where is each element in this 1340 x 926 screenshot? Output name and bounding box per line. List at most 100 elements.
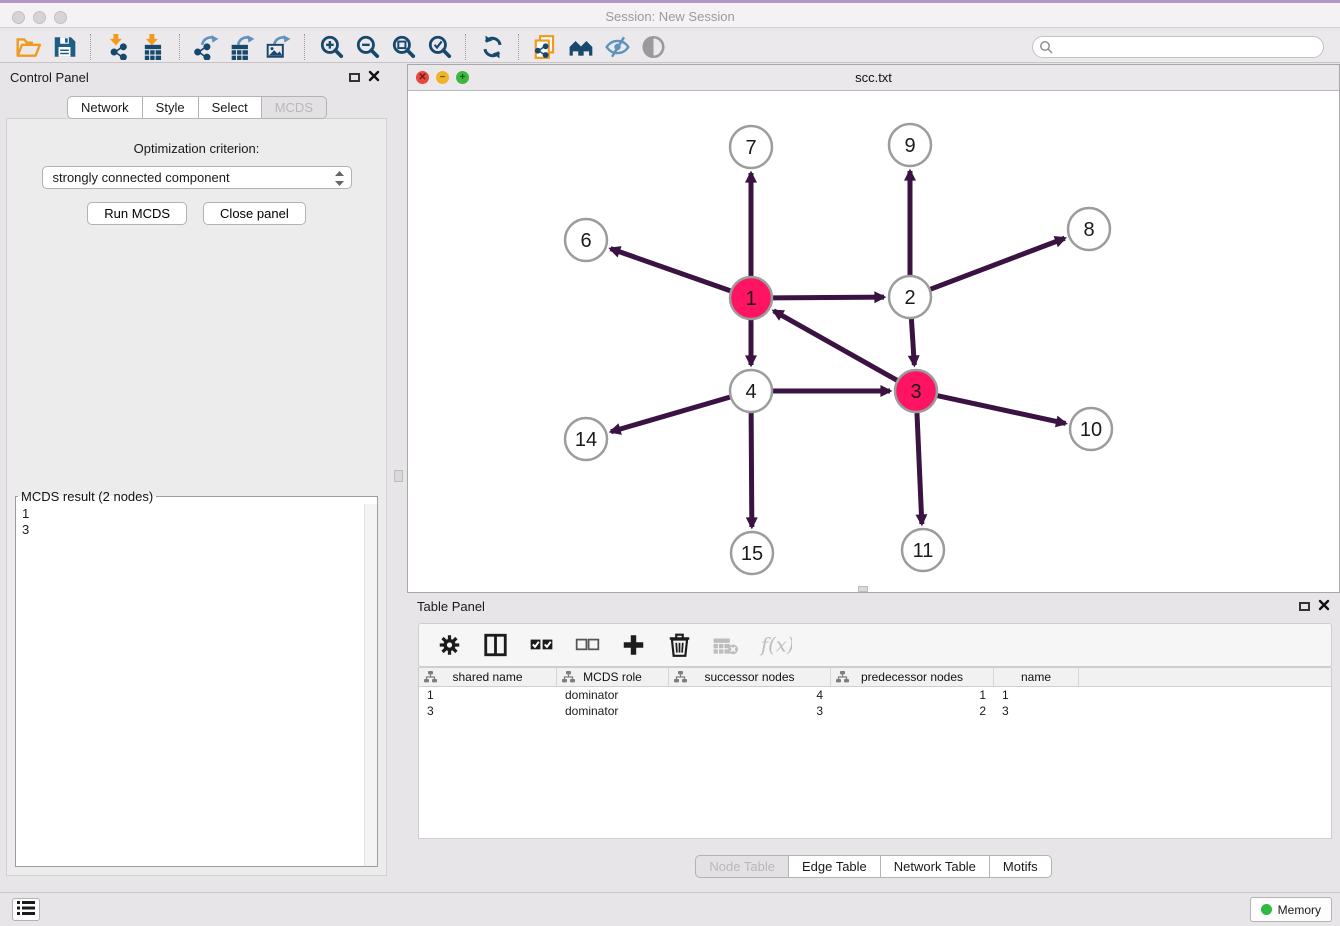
import-network-button[interactable] [99,33,135,61]
close-table-panel-icon[interactable] [1318,599,1330,614]
network-frame-titlebar[interactable]: ✕−+ scc.txt [408,65,1339,91]
import-table-button[interactable] [135,33,171,61]
svg-text:10: 10 [1080,419,1102,441]
node-9[interactable]: 9 [889,124,931,166]
attribute-tree-icon [562,671,575,686]
node-1[interactable]: 1 [730,277,772,319]
table-row[interactable]: 3dominator323 [419,703,1331,719]
edge-2-8[interactable] [931,238,1065,289]
table-cell[interactable]: 3 [419,704,557,718]
export-network-button[interactable] [188,33,224,61]
tab-edge-table[interactable]: Edge Table [788,855,881,878]
edge-1-6[interactable] [611,249,731,291]
tab-select[interactable]: Select [198,96,262,119]
svg-text:15: 15 [741,543,763,565]
node-8[interactable]: 8 [1068,208,1110,250]
table-cell[interactable]: 3 [669,704,831,718]
table-cell[interactable]: 1 [831,688,994,702]
node-3[interactable]: 3 [895,370,937,412]
result-scrollbar[interactable] [364,504,377,866]
svg-text:2: 2 [904,287,915,309]
mcds-panel: Optimization criterion: strongly connect… [6,118,387,876]
column-header-name[interactable]: name [994,668,1079,686]
node-10[interactable]: 10 [1070,408,1112,450]
tab-network[interactable]: Network [67,96,143,119]
svg-text:14: 14 [575,429,597,451]
open-session-button[interactable] [10,33,46,61]
first-neighbors-button[interactable] [563,33,599,61]
edge-2-3[interactable] [911,319,914,365]
network-canvas[interactable]: 7 9 6 8 1 2 4 3 14 10 15 11 [408,91,1339,592]
node-11[interactable]: 11 [902,529,944,571]
zoom-fit-button[interactable] [385,33,421,61]
float-panel-icon[interactable] [349,73,360,82]
tab-network-table[interactable]: Network Table [880,855,990,878]
hide-selected-button[interactable] [599,33,635,61]
table-cell[interactable]: dominator [557,704,669,718]
table-cell[interactable]: 3 [994,704,1079,718]
table-cell[interactable]: 2 [831,704,994,718]
add-column-button[interactable] [620,632,647,658]
tab-style[interactable]: Style [142,96,199,119]
mcds-result-legend: MCDS result (2 nodes) [18,489,156,504]
column-header-MCDS-role[interactable]: MCDS role [557,668,669,686]
function-builder-button: f(x) [758,632,792,658]
tab-mcds[interactable]: MCDS [261,96,327,119]
column-header-predecessor-nodes[interactable]: predecessor nodes [831,668,994,686]
show-all-button[interactable] [635,33,671,61]
toggle-columns-button[interactable] [482,632,509,658]
table-cell[interactable]: 1 [419,688,557,702]
node-table: shared name MCDS role successor nodes pr… [418,667,1332,839]
edge-3-11[interactable] [917,413,922,524]
delete-row-button[interactable] [666,632,693,658]
table-settings-button[interactable] [436,632,463,658]
memory-label: Memory [1278,903,1321,917]
edge-3-1[interactable] [774,311,897,380]
node-14[interactable]: 14 [565,418,607,460]
table-cell[interactable]: dominator [557,688,669,702]
close-panel-icon[interactable] [368,70,380,85]
table-toolbar: f(x) [418,623,1332,667]
task-history-button[interactable] [12,898,40,921]
node-4[interactable]: 4 [730,370,772,412]
table-cell[interactable]: 1 [994,688,1079,702]
column-header-shared-name[interactable]: shared name [419,668,557,686]
splitter-grip-horizontal[interactable] [858,586,868,592]
memory-button[interactable]: Memory [1250,897,1332,922]
save-session-button[interactable] [46,33,82,61]
optimization-select[interactable]: strongly connected component [42,166,352,189]
node-2[interactable]: 2 [889,276,931,318]
table-row[interactable]: 1dominator411 [419,687,1331,703]
svg-text:f(x): f(x) [759,634,792,657]
search-input[interactable] [1032,36,1324,58]
edge-4-15[interactable] [751,413,752,527]
export-table-button[interactable] [224,33,260,61]
run-mcds-button[interactable]: Run MCDS [87,202,187,225]
splitter-grip-vertical[interactable] [394,470,403,482]
select-all-columns-button[interactable] [528,632,555,658]
edge-4-14[interactable] [611,397,730,432]
node-7[interactable]: 7 [730,126,772,168]
svg-text:8: 8 [1083,219,1094,241]
node-6[interactable]: 6 [565,219,607,261]
close-panel-button[interactable]: Close panel [203,202,306,225]
node-15[interactable]: 15 [731,532,773,574]
refresh-layout-button[interactable] [474,33,510,61]
column-header-successor-nodes[interactable]: successor nodes [669,668,831,686]
svg-text:7: 7 [745,137,756,159]
edge-3-10[interactable] [937,396,1065,424]
float-table-panel-icon[interactable] [1299,602,1310,611]
deselect-all-columns-button[interactable] [574,632,601,658]
zoom-selected-button[interactable] [421,33,457,61]
toolbar-separator [304,34,305,60]
svg-text:6: 6 [580,230,591,252]
tab-node-table[interactable]: Node Table [695,855,789,878]
zoom-out-button[interactable] [349,33,385,61]
mcds-result-area[interactable]: 1 3 [16,504,377,866]
duplicate-network-button[interactable] [527,33,563,61]
tab-motifs[interactable]: Motifs [989,855,1052,878]
export-image-button[interactable] [260,33,296,61]
zoom-in-button[interactable] [313,33,349,61]
table-cell[interactable]: 4 [669,688,831,702]
edge-1-2[interactable] [773,297,884,298]
